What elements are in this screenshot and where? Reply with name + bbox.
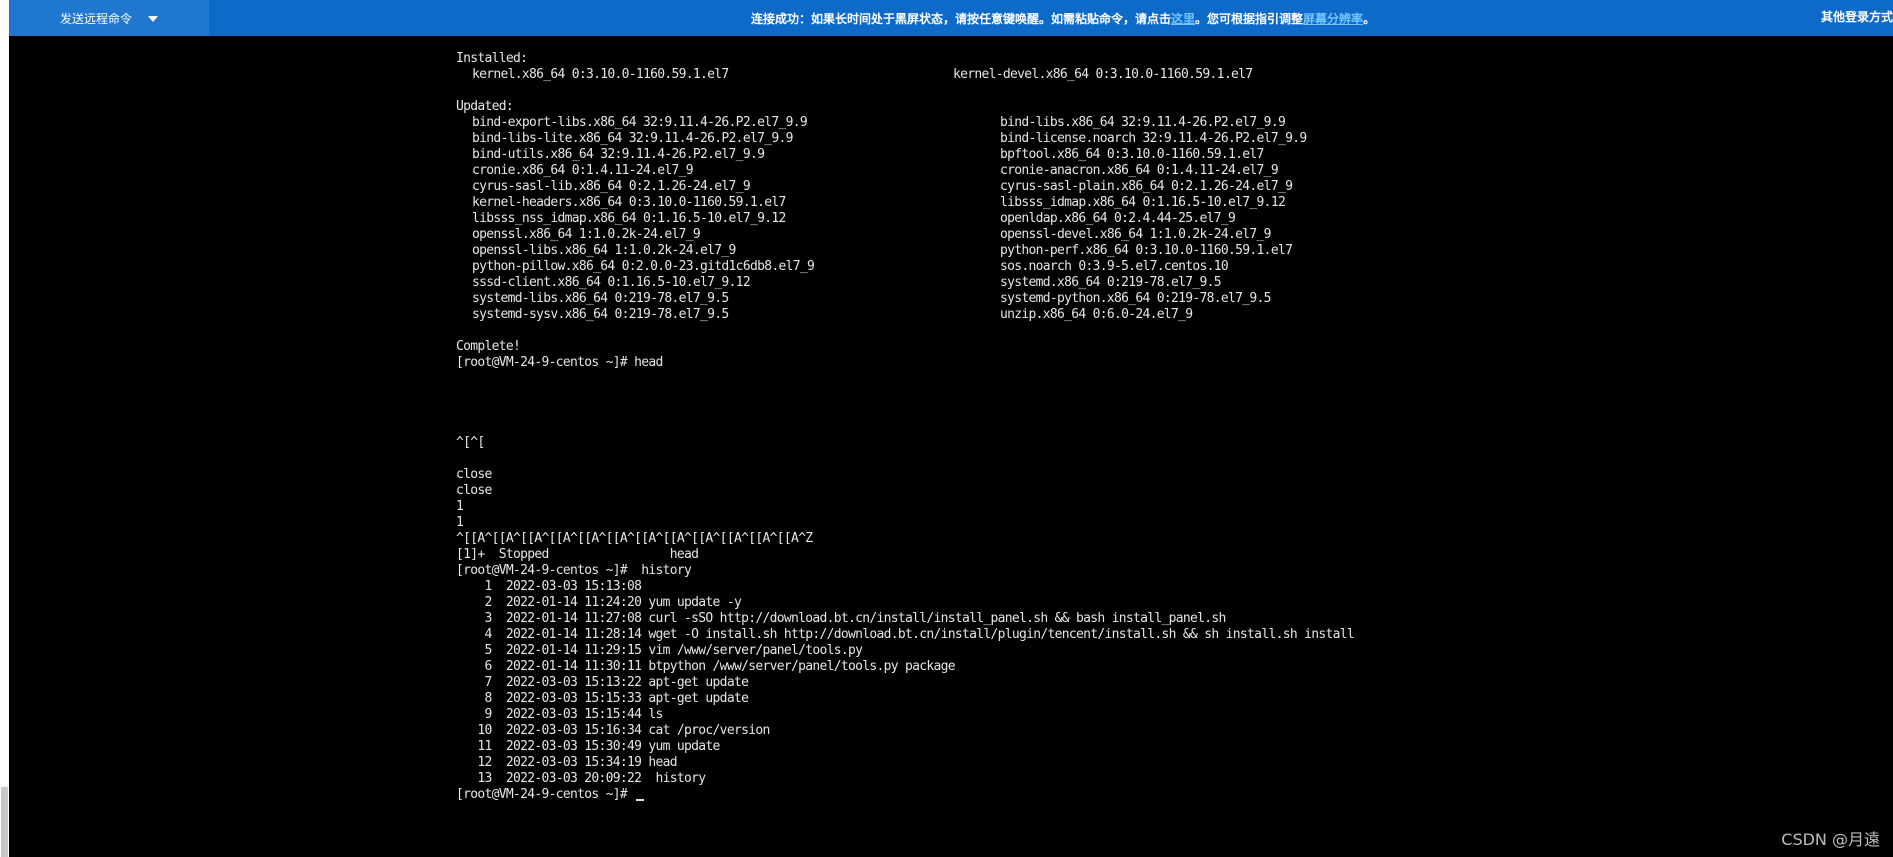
package-name: unzip.x86_64 0:6.0-24.el7_9	[1000, 307, 1193, 322]
history-entry: 7 2022-03-03 15:13:22 apt-get update	[456, 675, 749, 690]
arrow-key-sequence-line: ^[[A^[[A^[[A^[[A^[[A^[[A^[[A^[[A^[[A^[[A…	[456, 531, 813, 546]
history-entry: 11 2022-03-03 15:30:49 yum update	[456, 739, 720, 754]
package-name: cronie-anacron.x86_64 0:1.4.11-24.el7_9	[1000, 163, 1279, 178]
installed-packages: kernel.x86_64 0:3.10.0-1160.59.1.el7 kern…	[456, 67, 1886, 83]
package-name: openldap.x86_64 0:2.4.44-25.el7_9	[1000, 211, 1236, 226]
installed-header: Installed:	[456, 51, 528, 66]
package-name: systemd-python.x86_64 0:219-78.el7_9.5	[1000, 291, 1272, 306]
scrollbar-thumb[interactable]	[1, 787, 8, 857]
send-remote-command-button[interactable]: 发送远程命令	[9, 0, 209, 36]
final-prompt[interactable]: [root@VM-24-9-centos ~]#	[456, 787, 1886, 803]
history-entry: 4 2022-01-14 11:28:14 wget -O install.sh…	[456, 627, 1355, 642]
package-name: systemd-sysv.x86_64 0:219-78.el7_9.5	[472, 307, 729, 322]
package-name: systemd-libs.x86_64 0:219-78.el7_9.5	[472, 291, 729, 306]
history-entry: 2 2022-01-14 11:24:20 yum update -y	[456, 595, 742, 610]
package-name: openssl-libs.x86_64 1:1.0.2k-24.el7_9	[472, 243, 736, 258]
package-row: openssl-libs.x86_64 1:1.0.2k-24.el7_9 pyt…	[456, 243, 1886, 259]
resolution-link[interactable]: 屏幕分辨率	[1303, 12, 1363, 26]
package-name: bind-export-libs.x86_64 32:9.11.4-26.P2.…	[472, 115, 808, 130]
package-row: cronie.x86_64 0:1.4.11-24.el7_9 cronie-an…	[456, 163, 1886, 179]
package-name: kernel-devel.x86_64 0:3.10.0-1160.59.1.e…	[953, 67, 1253, 82]
left-scrollbar[interactable]	[0, 0, 9, 857]
package-name: libsss_nss_idmap.x86_64 0:1.16.5-10.el7_…	[472, 211, 786, 226]
history-entry: 9 2022-03-03 15:15:44 ls	[456, 707, 664, 722]
updated-header: Updated:	[456, 99, 514, 114]
notice-suffix: 。	[1363, 12, 1376, 26]
package-row: bind-libs-lite.x86_64 32:9.11.4-26.P2.el…	[456, 131, 1886, 147]
package-name: sos.noarch 0:3.9-5.el7.centos.10	[1000, 259, 1229, 274]
package-row: bind-utils.x86_64 32:9.11.4-26.P2.el7_9.…	[456, 147, 1886, 163]
package-name: kernel.x86_64 0:3.10.0-1160.59.1.el7	[472, 67, 729, 82]
package-name: bpftool.x86_64 0:3.10.0-1160.59.1.el7	[1000, 147, 1264, 162]
chevron-down-icon[interactable]	[148, 15, 158, 22]
package-row: cyrus-sasl-lib.x86_64 0:2.1.26-24.el7_9 c…	[456, 179, 1886, 195]
package-row: kernel.x86_64 0:3.10.0-1160.59.1.el7 kern…	[456, 67, 1886, 83]
output-one: 1	[456, 515, 464, 530]
watermark: CSDN @月遠	[1781, 830, 1880, 849]
package-name: bind-utils.x86_64 32:9.11.4-26.P2.el7_9.…	[472, 147, 765, 162]
history-entry: 12 2022-03-03 15:34:19 head	[456, 755, 677, 770]
package-name: cronie.x86_64 0:1.4.11-24.el7_9	[472, 163, 694, 178]
updated-packages: bind-export-libs.x86_64 32:9.11.4-26.P2.…	[456, 115, 1886, 323]
package-row: libsss_nss_idmap.x86_64 0:1.16.5-10.el7_…	[456, 211, 1886, 227]
package-row: systemd-sysv.x86_64 0:219-78.el7_9.5 unzi…	[456, 307, 1886, 323]
package-row: python-pillow.x86_64 0:2.0.0-23.gitd1c6d…	[456, 259, 1886, 275]
escape-sequence-line: ^[^[	[456, 435, 485, 450]
history-entry: 5 2022-01-14 11:29:15 vim /www/server/pa…	[456, 643, 863, 658]
package-name: libsss_idmap.x86_64 0:1.16.5-10.el7_9.12	[1000, 195, 1286, 210]
notice-text: 连接成功：如果长时间处于黑屏状态，请按任意键唤醒。如需粘贴命令，请点击	[751, 12, 1172, 26]
connection-notice: 连接成功：如果长时间处于黑屏状态，请按任意键唤醒。如需粘贴命令，请点击这里。您可…	[751, 0, 1375, 36]
other-login-methods-link[interactable]: 其他登录方式	[1821, 0, 1893, 36]
output-one: 1	[456, 499, 464, 514]
complete-message: Complete!	[456, 339, 521, 354]
notice-middle-text: 。您可根据指引调整	[1195, 12, 1304, 26]
history-entry: 3 2022-01-14 11:27:08 curl -sSO http://d…	[456, 611, 1227, 626]
terminal-output[interactable]: Installed: kernel.x86_64 0:3.10.0-1160.5…	[456, 51, 1886, 803]
package-name: bind-license.noarch 32:9.11.4-26.P2.el7_…	[1000, 131, 1307, 146]
history-entry: 8 2022-03-03 15:15:33 apt-get update	[456, 691, 749, 706]
package-name: kernel-headers.x86_64 0:3.10.0-1160.59.1…	[472, 195, 786, 210]
stopped-job-line: [1]+ Stopped head	[456, 547, 699, 562]
package-name: cyrus-sasl-lib.x86_64 0:2.1.26-24.el7_9	[472, 179, 751, 194]
package-row: sssd-client.x86_64 0:1.16.5-10.el7_9.12 s…	[456, 275, 1886, 291]
package-name: sssd-client.x86_64 0:1.16.5-10.el7_9.12	[472, 275, 751, 290]
package-name: systemd.x86_64 0:219-78.el7_9.5	[1000, 275, 1222, 290]
history-entry: 13 2022-03-03 20:09:22 history	[456, 771, 706, 786]
prompt-head-command: [root@VM-24-9-centos ~]# head	[456, 355, 663, 370]
history-entry: 10 2022-03-03 15:16:34 cat /proc/version	[456, 723, 770, 738]
package-row: systemd-libs.x86_64 0:219-78.el7_9.5 syst…	[456, 291, 1886, 307]
package-name: bind-libs.x86_64 32:9.11.4-26.P2.el7_9.9	[1000, 115, 1286, 130]
package-row: openssl.x86_64 1:1.0.2k-24.el7_9 openssl-…	[456, 227, 1886, 243]
terminal-cursor	[636, 799, 645, 801]
remote-terminal-toolbar: 发送远程命令 连接成功：如果长时间处于黑屏状态，请按任意键唤醒。如需粘贴命令，请…	[9, 0, 1893, 36]
history-entry: 1 2022-03-03 15:13:08	[456, 579, 649, 594]
paste-here-link[interactable]: 这里	[1171, 12, 1195, 26]
history-entry: 6 2022-01-14 11:30:11 btpython /www/serv…	[456, 659, 956, 674]
package-name: openssl-devel.x86_64 1:1.0.2k-24.el7_9	[1000, 227, 1272, 242]
package-name: cyrus-sasl-plain.x86_64 0:2.1.26-24.el7_…	[1000, 179, 1293, 194]
output-close: close	[456, 483, 492, 498]
package-name: python-pillow.x86_64 0:2.0.0-23.gitd1c6d…	[472, 259, 815, 274]
package-name: openssl.x86_64 1:1.0.2k-24.el7_9	[472, 227, 701, 242]
prompt-text: [root@VM-24-9-centos ~]#	[456, 787, 635, 802]
package-name: bind-libs-lite.x86_64 32:9.11.4-26.P2.el…	[472, 131, 793, 146]
prompt-history-command: [root@VM-24-9-centos ~]# history	[456, 563, 692, 578]
output-close: close	[456, 467, 492, 482]
package-row: bind-export-libs.x86_64 32:9.11.4-26.P2.…	[456, 115, 1886, 131]
history-output: 1 2022-03-03 15:13:08 2 2022-01-14 11:24…	[456, 579, 1886, 787]
package-row: kernel-headers.x86_64 0:3.10.0-1160.59.1…	[456, 195, 1886, 211]
package-name: python-perf.x86_64 0:3.10.0-1160.59.1.el…	[1000, 243, 1293, 258]
send-remote-command-label: 发送远程命令	[59, 11, 132, 26]
